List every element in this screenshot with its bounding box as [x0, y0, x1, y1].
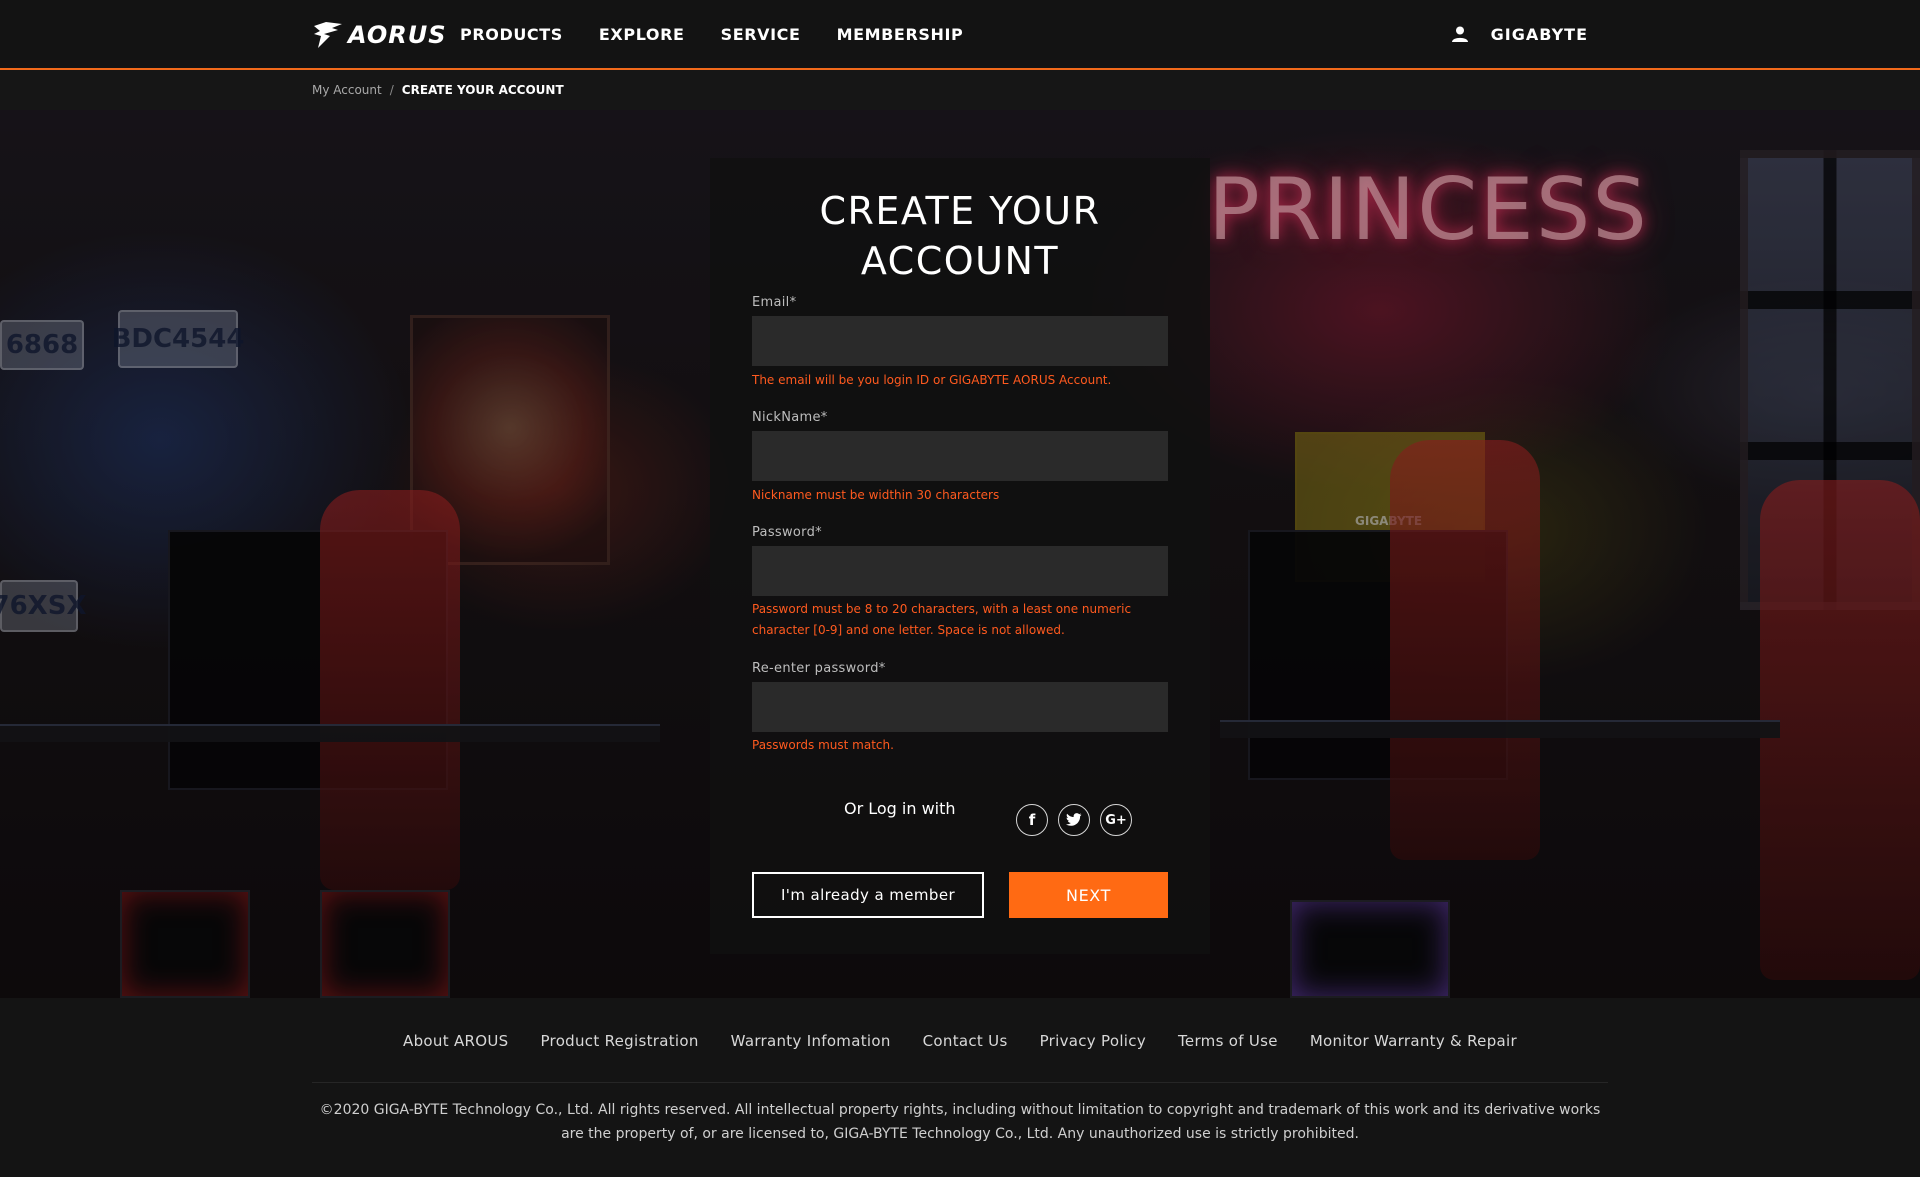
nav-explore[interactable]: EXPLORE	[599, 25, 685, 44]
footer-link-contact[interactable]: Contact Us	[923, 1032, 1008, 1050]
password-hint: Password must be 8 to 20 characters, wit…	[752, 602, 1132, 637]
page-title-line2: ACCOUNT	[860, 239, 1060, 283]
email-hint: The email will be you login ID or GIGABY…	[752, 373, 1112, 387]
password-field[interactable]	[752, 546, 1168, 596]
next-button[interactable]: NEXT	[1009, 872, 1168, 918]
already-member-button[interactable]: I'm already a member	[752, 872, 984, 918]
header-right: GIGABYTE	[1451, 0, 1588, 68]
google-plus-icon: G+	[1105, 812, 1127, 828]
footer-link-terms[interactable]: Terms of Use	[1178, 1032, 1278, 1050]
breadcrumb: My Account / CREATE YOUR ACCOUNT	[312, 70, 564, 110]
breadcrumb-separator: /	[389, 83, 394, 97]
twitter-login-button[interactable]	[1058, 804, 1090, 836]
google-plus-login-button[interactable]: G+	[1100, 804, 1132, 836]
password-label: Password*	[752, 525, 822, 540]
footer-link-product-registration[interactable]: Product Registration	[540, 1032, 698, 1050]
repassword-label: Re-enter password*	[752, 661, 886, 676]
breadcrumb-bar: My Account / CREATE YOUR ACCOUNT	[0, 70, 1920, 110]
repassword-hint: Passwords must match.	[752, 738, 894, 752]
page-title: CREATE YOUR ACCOUNT	[710, 186, 1210, 286]
logo-text: AORUS	[348, 21, 447, 49]
site-footer: About AROUS Product Registration Warrant…	[0, 998, 1920, 1177]
aorus-logo[interactable]: AORUS	[312, 18, 447, 52]
nav-membership[interactable]: MEMBERSHIP	[837, 25, 964, 44]
footer-links: About AROUS Product Registration Warrant…	[0, 1032, 1920, 1050]
breadcrumb-my-account[interactable]: My Account	[312, 83, 382, 97]
footer-link-warranty[interactable]: Warranty Infomation	[731, 1032, 891, 1050]
create-account-panel: CREATE YOUR ACCOUNT Email* The email wil…	[710, 158, 1210, 954]
facebook-icon: f	[1028, 811, 1036, 829]
nav-products[interactable]: PRODUCTS	[460, 25, 563, 44]
nav-service[interactable]: SERVICE	[721, 25, 801, 44]
user-icon[interactable]	[1451, 25, 1469, 43]
email-field[interactable]	[752, 316, 1168, 366]
copyright-text: ©2020 GIGA-BYTE Technology Co., Ltd. All…	[319, 1102, 1601, 1142]
aorus-eagle-icon	[314, 22, 342, 48]
breadcrumb-current: CREATE YOUR ACCOUNT	[401, 83, 564, 97]
email-label: Email*	[752, 295, 797, 310]
footer-link-privacy[interactable]: Privacy Policy	[1040, 1032, 1146, 1050]
footer-link-about[interactable]: About AROUS	[403, 1032, 508, 1050]
twitter-icon	[1066, 813, 1082, 826]
nickname-label: NickName*	[752, 410, 828, 425]
page-title-line1: CREATE YOUR	[819, 189, 1101, 233]
nickname-hint: Nickname must be widthin 30 characters	[752, 488, 1000, 502]
main-nav: PRODUCTS EXPLORE SERVICE MEMBERSHIP	[460, 0, 963, 68]
social-login-label: Or Log in with	[844, 799, 956, 818]
nickname-field[interactable]	[752, 431, 1168, 481]
footer-link-monitor-warranty[interactable]: Monitor Warranty & Repair	[1310, 1032, 1517, 1050]
repassword-field[interactable]	[752, 682, 1168, 732]
footer-divider	[312, 1082, 1608, 1083]
gigabyte-brand-link[interactable]: GIGABYTE	[1491, 25, 1588, 44]
facebook-login-button[interactable]: f	[1016, 804, 1048, 836]
site-header: AORUS PRODUCTS EXPLORE SERVICE MEMBERSHI…	[0, 0, 1920, 70]
